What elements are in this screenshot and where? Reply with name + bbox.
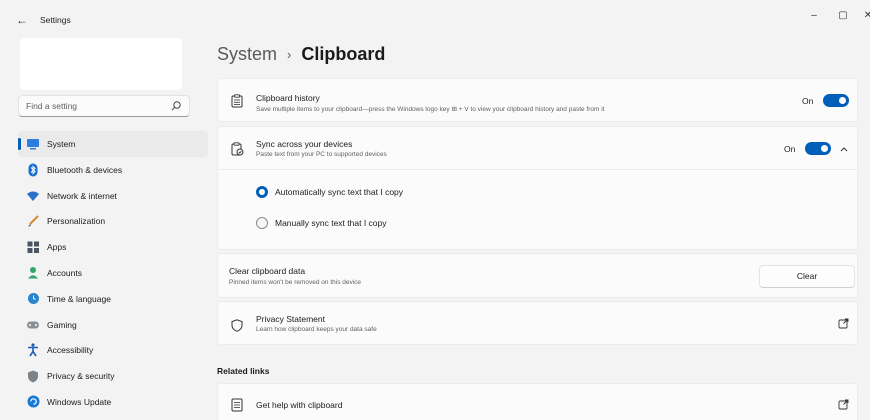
external-link-icon[interactable] [838, 399, 849, 410]
privacy-title: Privacy Statement [256, 314, 325, 324]
sync-description: Paste text from your PC to supported dev… [256, 151, 387, 158]
clipboard-history-toggle[interactable] [823, 94, 849, 107]
apps-icon [26, 240, 40, 254]
clear-title: Clear clipboard data [229, 266, 306, 276]
sync-card[interactable]: Sync across your devices Paste text from… [217, 126, 858, 170]
sync-clipboard-icon [230, 142, 244, 156]
minimize-button[interactable]: – [806, 10, 822, 21]
sidebar-item-label: Bluetooth & devices [47, 164, 123, 175]
sidebar-item-gaming[interactable]: Gaming [18, 312, 208, 338]
sync-toggle[interactable] [805, 142, 831, 155]
sidebar-item-label: Apps [47, 242, 67, 253]
sidebar-item-system[interactable]: System [18, 131, 208, 157]
sidebar-item-label: System [47, 139, 76, 149]
shield-icon [230, 318, 244, 332]
radio-label: Automatically sync text that I copy [275, 187, 404, 197]
restore-button[interactable]: ▢ [835, 10, 851, 21]
clear-button[interactable]: Clear [759, 265, 855, 288]
sidebar-item-accounts[interactable]: Accounts [18, 260, 208, 286]
sync-title: Sync across your devices [256, 139, 353, 149]
radio-button-selected[interactable] [256, 186, 268, 198]
page-title: Clipboard [301, 44, 386, 64]
sidebar-item-bluetooth[interactable]: Bluetooth & devices [18, 157, 208, 183]
title-bar: ← Settings – ▢ ✕ [0, 0, 870, 32]
update-icon [26, 395, 40, 409]
sidebar-item-privacy-security[interactable]: Privacy & security [18, 363, 208, 389]
brush-icon [26, 214, 40, 228]
external-link-icon[interactable] [838, 318, 849, 329]
sidebar-item-accessibility[interactable]: Accessibility [18, 337, 208, 363]
globe-clock-icon [26, 292, 40, 306]
breadcrumb-separator: › [287, 47, 292, 62]
close-button[interactable]: ✕ [860, 10, 870, 21]
search-input[interactable]: Find a setting [26, 101, 77, 111]
system-icon [26, 137, 40, 151]
bluetooth-icon [26, 163, 40, 177]
sidebar-item-label: Accounts [47, 267, 82, 278]
clipboard-icon [230, 94, 244, 108]
help-doc-icon [230, 398, 244, 412]
sidebar-item-time-language[interactable]: Time & language [18, 286, 208, 312]
radio-auto-sync[interactable]: Automatically sync text that I copy [256, 186, 403, 198]
clipboard-history-title: Clipboard history [256, 93, 320, 103]
active-indicator [18, 138, 21, 150]
gamepad-icon [26, 318, 40, 332]
back-button[interactable]: ← [14, 12, 30, 28]
sidebar-item-label: Gaming [47, 319, 77, 330]
radio-label: Manually sync text that I copy [275, 218, 387, 228]
toggle-knob [821, 145, 828, 152]
sidebar-item-windows-update[interactable]: Windows Update [18, 389, 208, 415]
breadcrumb-parent[interactable]: System [217, 44, 277, 65]
clipboard-history-card: Clipboard history Save multiple items to… [217, 78, 858, 122]
help-clipboard-card[interactable]: Get help with clipboard [217, 383, 858, 420]
privacy-description: Learn how clipboard keeps your data safe [256, 326, 377, 333]
sync-state: On [784, 144, 796, 154]
sidebar-item-label: Privacy & security [47, 371, 115, 382]
breadcrumb: System › Clipboard [217, 44, 385, 65]
chevron-up-icon[interactable] [838, 143, 850, 155]
sidebar-item-label: Windows Update [47, 396, 112, 407]
sidebar-item-personalization[interactable]: Personalization [18, 208, 208, 234]
sidebar-item-label: Accessibility [47, 345, 94, 356]
sidebar-item-label: Personalization [47, 216, 106, 227]
clipboard-history-state: On [802, 96, 814, 106]
toggle-knob [839, 97, 846, 104]
person-icon [26, 266, 40, 280]
shield-icon [26, 369, 40, 383]
sidebar-nav: System Bluetooth & devices Network & int… [0, 131, 208, 415]
search-icon [171, 101, 181, 111]
wifi-icon [26, 189, 40, 203]
accessibility-icon [26, 343, 40, 357]
search-box[interactable]: Find a setting [18, 95, 190, 117]
help-link-title: Get help with clipboard [256, 400, 343, 410]
related-links-heading: Related links [217, 366, 270, 376]
sidebar-item-network[interactable]: Network & internet [18, 183, 208, 209]
radio-button[interactable] [256, 217, 268, 229]
clear-clipboard-card: Clear clipboard data Pinned items won't … [217, 253, 858, 298]
radio-manual-sync[interactable]: Manually sync text that I copy [256, 217, 387, 229]
sidebar-item-label: Time & language [47, 293, 111, 304]
profile-card[interactable] [20, 38, 182, 90]
sidebar-item-apps[interactable]: Apps [18, 234, 208, 260]
privacy-statement-card[interactable]: Privacy Statement Learn how clipboard ke… [217, 301, 858, 345]
sync-options-panel: Automatically sync text that I copy Manu… [217, 170, 858, 250]
clipboard-history-description: Save multiple items to your clipboard—pr… [256, 106, 605, 113]
sidebar-item-label: Network & internet [47, 190, 117, 201]
clear-description: Pinned items won't be removed on this de… [229, 279, 362, 286]
app-title: Settings [40, 15, 71, 25]
